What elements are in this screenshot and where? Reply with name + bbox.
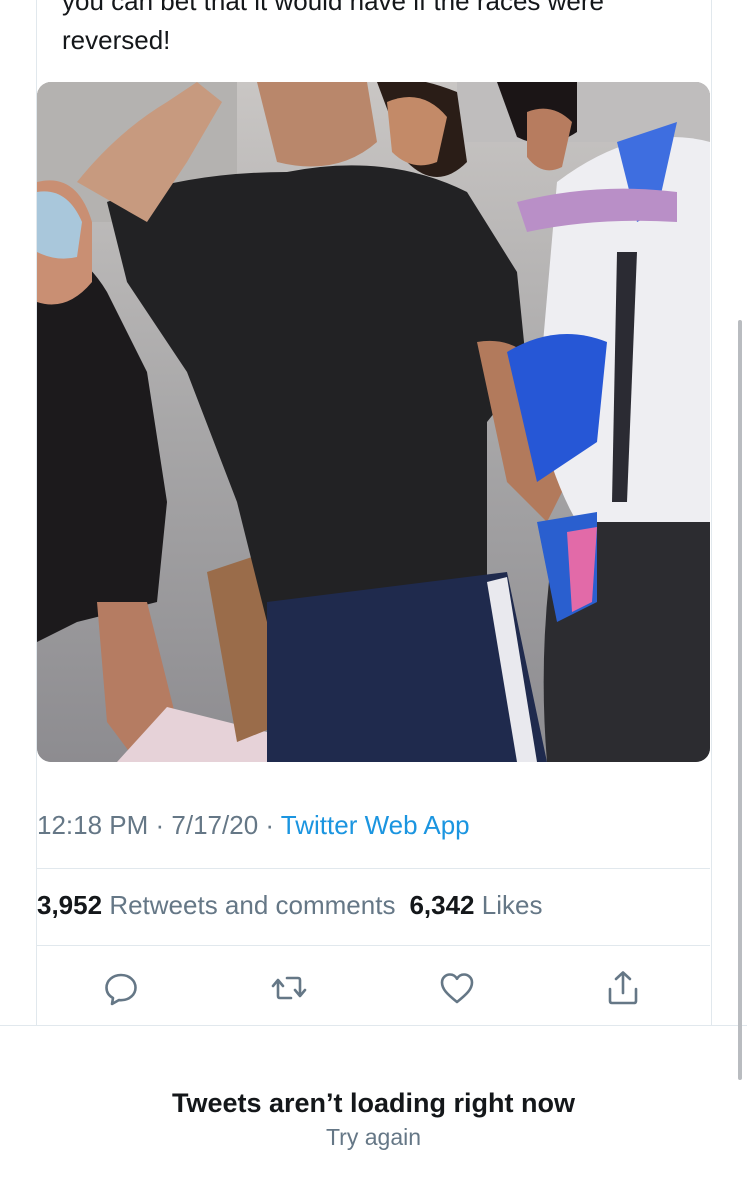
retry-container: Try again <box>0 1124 747 1151</box>
retweet-button[interactable] <box>269 968 309 1008</box>
try-again-link[interactable]: Try again <box>326 1124 421 1150</box>
tweet-text-line: you can bet that it would have if the ra… <box>62 0 604 16</box>
tweet-text: you can bet that it would have if the ra… <box>62 0 702 60</box>
divider <box>37 945 710 946</box>
share-button[interactable] <box>603 968 643 1008</box>
section-divider <box>0 1025 747 1026</box>
tweet-text-line: reversed! <box>62 25 171 55</box>
scrollbar[interactable] <box>738 320 742 1080</box>
meta-separator: · <box>258 810 281 840</box>
meta-separator: · <box>148 810 172 840</box>
retweets-label[interactable]: Retweets and comments <box>109 890 395 920</box>
tweet-time: 12:18 PM <box>37 810 149 840</box>
reply-icon <box>105 973 137 1006</box>
video-frame <box>37 82 710 762</box>
like-icon <box>440 973 474 1004</box>
tweet-meta: 12:18 PM · 7/17/20 · Twitter Web App <box>37 810 470 841</box>
share-icon <box>608 971 638 1005</box>
tweet-stats: 3,952 Retweets and comments 6,342 Likes <box>37 890 542 921</box>
error-message: Tweets aren’t loading right now <box>171 1088 576 1118</box>
divider <box>37 868 710 869</box>
retweets-count[interactable]: 3,952 <box>37 890 102 920</box>
likes-label[interactable]: Likes <box>482 890 543 920</box>
tweet-date: 7/17/20 <box>171 810 259 840</box>
reply-button[interactable] <box>101 968 141 1008</box>
tweet-source-link[interactable]: Twitter Web App <box>281 810 470 840</box>
retweet-icon <box>271 976 307 1000</box>
likes-count[interactable]: 6,342 <box>409 890 474 920</box>
like-button[interactable] <box>437 968 477 1008</box>
tweet-actions <box>37 960 710 1016</box>
tweet-video[interactable] <box>37 82 710 762</box>
